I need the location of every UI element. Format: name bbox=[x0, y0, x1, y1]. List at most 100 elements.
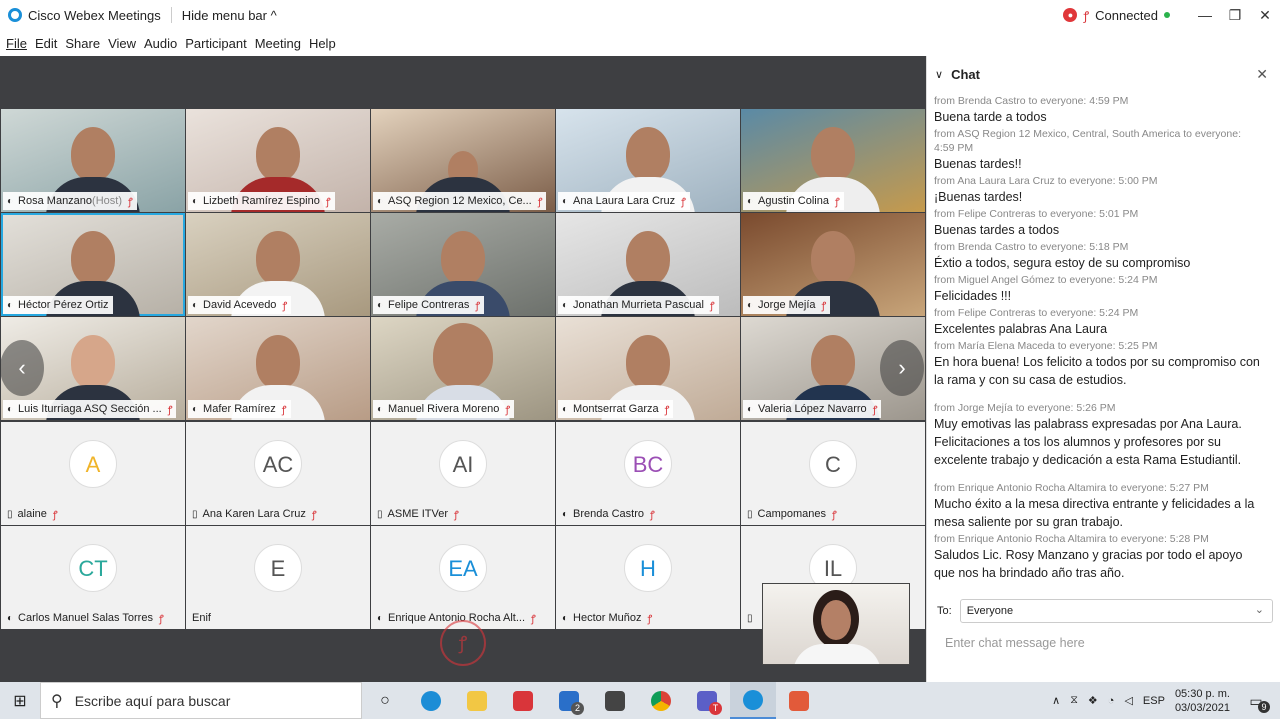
participant-name-label: ◐ Rosa Manzano (Host) ꝭ bbox=[3, 192, 137, 210]
chat-message: from Enrique Antonio Rocha Altamira to e… bbox=[934, 481, 1264, 531]
avatar-tile[interactable]: E Enif bbox=[186, 526, 370, 629]
windows-start-icon[interactable]: ⊞ bbox=[0, 691, 40, 711]
video-tile[interactable]: ◐ Rosa Manzano (Host) ꝭ bbox=[1, 109, 185, 212]
mute-button[interactable]: ꝭ bbox=[440, 620, 486, 666]
chat-header[interactable]: ∨ Chat ✕ bbox=[927, 56, 1280, 92]
notifications-icon[interactable]: ▭ 9 bbox=[1244, 689, 1270, 713]
message-text: Buenas tardes a todos bbox=[934, 223, 1060, 237]
video-tile[interactable]: ◐ ASQ Region 12 Mexico, Ce... ꝭ bbox=[371, 109, 555, 212]
participant-name-label: ◐ David Acevedo ꝭ bbox=[188, 296, 292, 314]
teams-icon[interactable]: T bbox=[684, 682, 730, 719]
menu-bar: File Edit Share View Audio Participant M… bbox=[0, 30, 1280, 56]
menu-share[interactable]: Share bbox=[65, 36, 100, 51]
edge-icon[interactable] bbox=[408, 682, 454, 719]
chrome-icon[interactable] bbox=[638, 682, 684, 719]
participant-name-label: ◐ Mafer Ramírez ꝭ bbox=[188, 400, 291, 418]
minimize-button[interactable]: — bbox=[1190, 7, 1220, 23]
mail-icon[interactable]: 2 bbox=[546, 682, 592, 719]
phone-icon: ▯ bbox=[747, 612, 753, 624]
store-icon[interactable] bbox=[592, 682, 638, 719]
volume-icon[interactable]: ◁ bbox=[1124, 694, 1132, 707]
avatar-tile[interactable]: CT ◐ Carlos Manuel Salas Torres ꝭ bbox=[1, 526, 185, 629]
file-explorer-icon[interactable] bbox=[454, 682, 500, 719]
avatar-tile[interactable]: AI ▯ ASME ITVer ꝭ bbox=[371, 422, 555, 525]
video-tile[interactable]: ◐ Agustin Colina ꝭ bbox=[741, 109, 925, 212]
avatar-tile[interactable]: BC ◐ Brenda Castro ꝭ bbox=[556, 422, 740, 525]
menu-audio[interactable]: Audio bbox=[144, 36, 177, 51]
chat-message: from ASQ Region 12 Mexico, Central, Sout… bbox=[934, 127, 1264, 173]
task-view-icon[interactable]: ○ bbox=[362, 682, 408, 719]
menu-edit[interactable]: Edit bbox=[35, 36, 57, 51]
phone-icon: ▯ bbox=[377, 508, 383, 520]
menu-file[interactable]: File bbox=[6, 36, 27, 51]
participant-name: Luis Iturriaga ASQ Sección ... bbox=[18, 403, 162, 415]
participant-name: Manuel Rivera Moreno bbox=[388, 403, 500, 415]
chat-message: from Miguel Angel Gómez to everyone: 5:2… bbox=[934, 273, 1264, 305]
participant-face bbox=[71, 335, 115, 389]
menu-meeting[interactable]: Meeting bbox=[255, 36, 301, 51]
video-tile[interactable]: ◐ Ana Laura Lara Cruz ꝭ bbox=[556, 109, 740, 212]
menu-participant[interactable]: Participant bbox=[185, 36, 246, 51]
show-hidden-icons[interactable]: ∧ bbox=[1052, 694, 1060, 707]
mic-muted-icon: ꝭ bbox=[872, 405, 878, 416]
network-icon[interactable]: ⧖ bbox=[1070, 694, 1078, 707]
taskbar-search[interactable]: ⚲ Escribe aquí para buscar bbox=[40, 682, 362, 719]
to-label: To: bbox=[937, 605, 952, 617]
wifi-icon[interactable]: ◔ bbox=[1108, 695, 1115, 707]
chrome-glyph bbox=[651, 690, 671, 711]
next-page-button[interactable]: › bbox=[880, 340, 924, 396]
participant-name: Héctor Pérez Ortiz bbox=[18, 299, 109, 311]
audio-icon: ◐ bbox=[7, 612, 14, 624]
message-text: Excelentes palabras Ana Laura bbox=[934, 322, 1108, 336]
video-tile[interactable]: ◐ Felipe Contreras ꝭ bbox=[371, 213, 555, 316]
participant-name: David Acevedo bbox=[203, 299, 277, 311]
hide-menu-bar-button[interactable]: Hide menu bar ^ bbox=[182, 8, 277, 23]
chevron-down-icon: ⌄ bbox=[1254, 604, 1264, 616]
video-tile[interactable]: ◐ Manuel Rivera Moreno ꝭ bbox=[371, 317, 555, 420]
avatar-tile[interactable]: A ▯ alaine ꝭ bbox=[1, 422, 185, 525]
clock[interactable]: 05:30 p. m. 03/03/2021 bbox=[1175, 687, 1230, 715]
avatar-tile[interactable]: EA ◐ Enrique Antonio Rocha Alt... ꝭ bbox=[371, 526, 555, 629]
avatar-tile[interactable]: H ◐ Hector Muñoz ꝭ bbox=[556, 526, 740, 629]
participant-face bbox=[71, 127, 115, 181]
phone-icon: ▯ bbox=[7, 508, 13, 520]
avatar-tile[interactable]: AC ▯ Ana Karen Lara Cruz ꝭ bbox=[186, 422, 370, 525]
video-tile[interactable]: ◐ Montserrat Garza ꝭ bbox=[556, 317, 740, 420]
mic-muted-icon: ꝭ bbox=[128, 197, 133, 208]
participant-face bbox=[811, 335, 855, 389]
phone-icon: ▯ bbox=[747, 508, 753, 520]
participant-face bbox=[433, 323, 493, 389]
video-tile[interactable]: ◐ Mafer Ramírez ꝭ bbox=[186, 317, 370, 420]
video-tile[interactable]: ◐ Jonathan Murrieta Pascual ꝭ bbox=[556, 213, 740, 316]
video-tile[interactable]: ◐ Jorge Mejía ꝭ bbox=[741, 213, 925, 316]
dropbox-icon[interactable]: ❖ bbox=[1088, 694, 1098, 707]
video-tile-active-speaker[interactable]: ◐ Héctor Pérez Ortiz bbox=[1, 213, 185, 316]
avatar-tile[interactable]: C ▯ Campomanes ꝭ bbox=[741, 422, 925, 525]
recipient-select[interactable]: Everyone ⌄ bbox=[959, 599, 1273, 623]
previous-page-button[interactable]: ‹ bbox=[0, 340, 44, 396]
participant-name: ASME ITVer bbox=[387, 508, 449, 520]
webex-taskbar-icon[interactable] bbox=[730, 682, 776, 719]
app-icon[interactable] bbox=[776, 682, 822, 719]
gift-icon[interactable] bbox=[500, 682, 546, 719]
input-language[interactable]: ESP bbox=[1143, 695, 1165, 707]
video-tile[interactable]: ◐ David Acevedo ꝭ bbox=[186, 213, 370, 316]
avatar: H bbox=[624, 544, 672, 592]
audio-icon: ◐ bbox=[562, 299, 569, 311]
video-tile[interactable]: ◐ Lizbeth Ramírez Espino ꝭ bbox=[186, 109, 370, 212]
restore-button[interactable]: ❐ bbox=[1220, 7, 1250, 24]
chat-message-input[interactable]: Enter chat message here bbox=[945, 636, 1085, 650]
mic-muted-icon: ꝭ bbox=[681, 197, 686, 208]
chat-title: Chat bbox=[951, 66, 980, 82]
close-button[interactable]: ✕ bbox=[1250, 7, 1280, 24]
avatar: AI bbox=[439, 440, 487, 488]
menu-view[interactable]: View bbox=[108, 36, 136, 51]
participant-name-label: ◐ Jorge Mejía ꝭ bbox=[743, 296, 831, 314]
menu-help[interactable]: Help bbox=[309, 36, 336, 51]
chevron-down-icon[interactable]: ∨ bbox=[935, 68, 943, 81]
audio-icon: ◐ bbox=[562, 195, 569, 207]
chat-message: from Ana Laura Lara Cruz to everyone: 5:… bbox=[934, 174, 1264, 206]
close-chat-icon[interactable]: ✕ bbox=[1256, 66, 1268, 83]
gift-glyph bbox=[513, 690, 533, 711]
self-view-video[interactable] bbox=[762, 583, 910, 665]
